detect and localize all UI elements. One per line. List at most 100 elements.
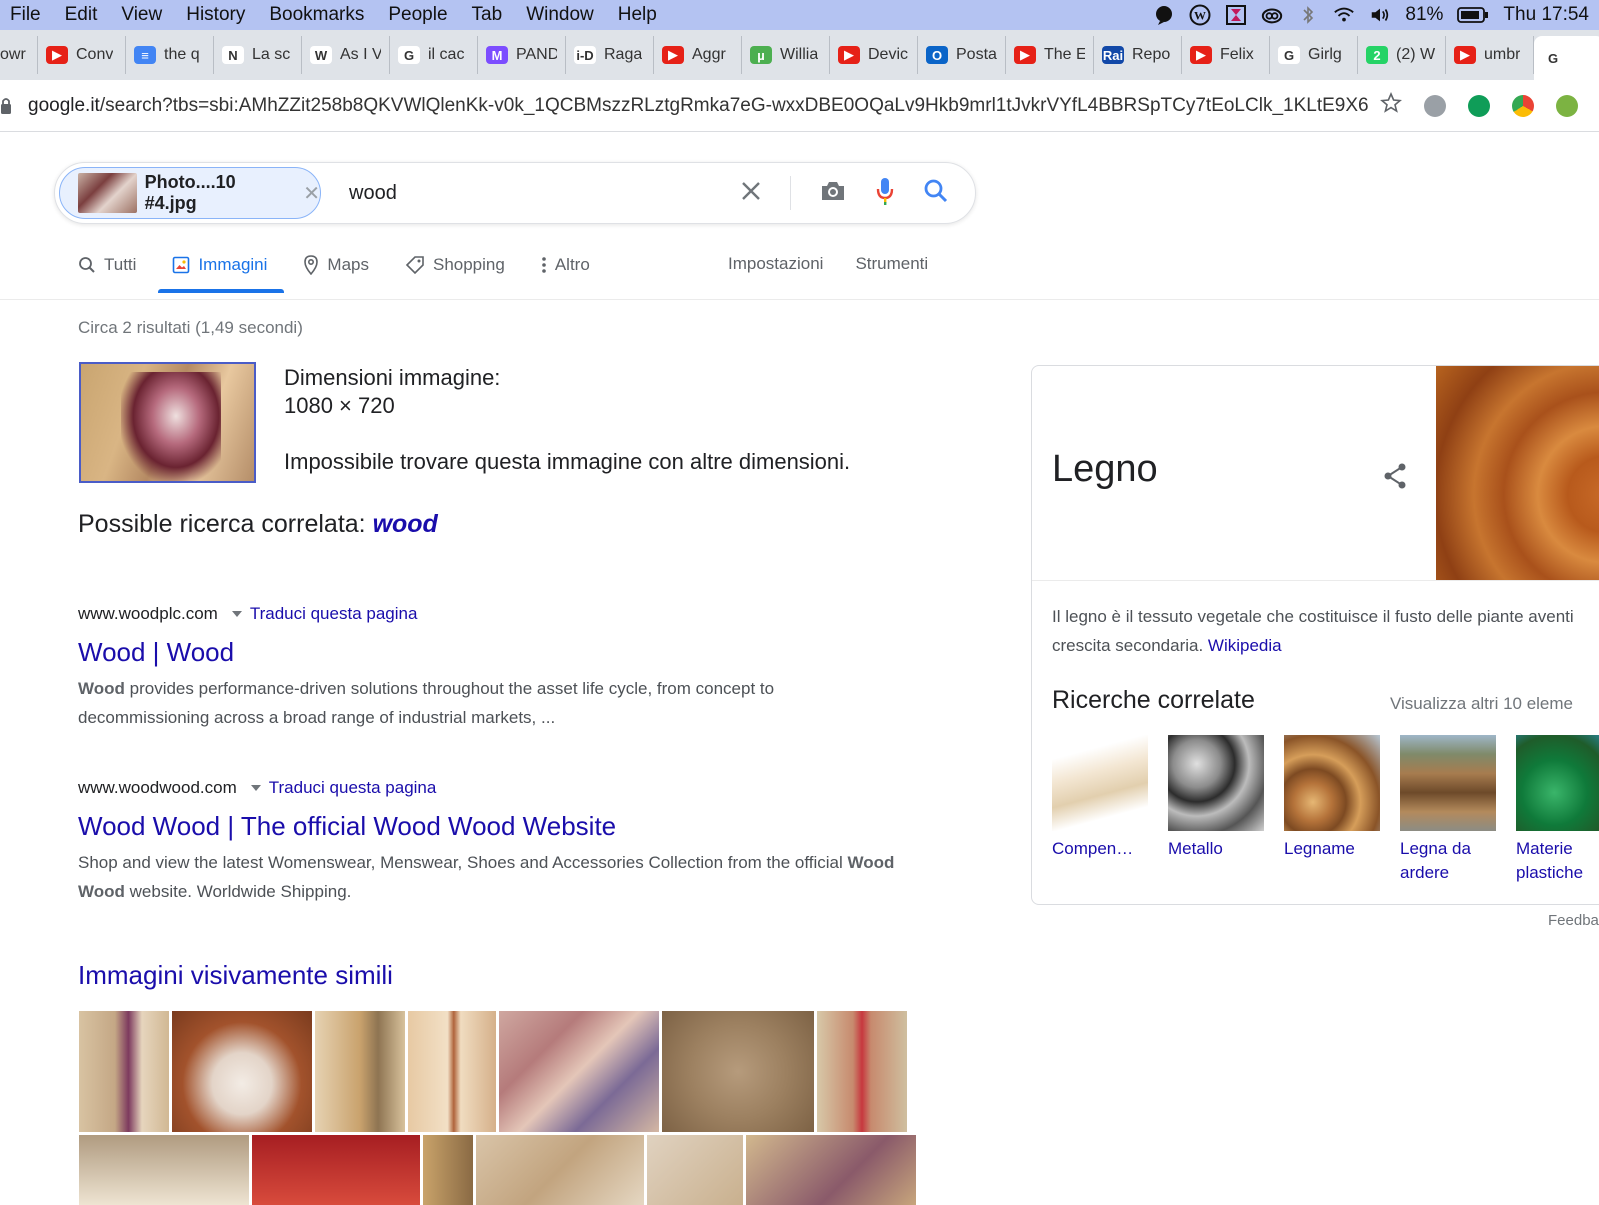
tab-images[interactable]: Immagini <box>172 250 267 280</box>
related-item[interactable]: Compen… <box>1052 735 1148 885</box>
browser-tab[interactable]: µ Willia <box>742 36 830 74</box>
similar-image[interactable] <box>172 1011 312 1132</box>
menu-file[interactable]: File <box>0 4 53 26</box>
result-title[interactable]: Wood | Wood <box>78 636 898 668</box>
menu-people[interactable]: People <box>376 4 459 26</box>
result-url[interactable]: www.woodwood.com <box>78 778 237 798</box>
menu-help[interactable]: Help <box>606 4 669 26</box>
favicon-icon: 2 <box>1366 46 1388 64</box>
related-item-label: Compen… <box>1052 839 1134 858</box>
feedback-link[interactable]: Feedba <box>1548 912 1599 929</box>
menu-tab[interactable]: Tab <box>460 4 515 26</box>
related-item[interactable]: Materie plastiche <box>1516 735 1599 885</box>
dropdown-arrow-icon[interactable] <box>231 611 242 617</box>
extension-grey-icon[interactable] <box>1424 94 1446 117</box>
microphone-icon[interactable] <box>875 177 895 210</box>
volume-icon[interactable] <box>1369 4 1391 26</box>
wordpress-icon[interactable]: W <box>1189 4 1211 26</box>
browser-tab[interactable]: ▶ Felix <box>1182 36 1270 74</box>
view-more-link[interactable]: Visualizza altri 10 eleme <box>1390 694 1573 714</box>
similar-image[interactable] <box>79 1135 249 1205</box>
knowledge-panel-image[interactable] <box>1436 366 1599 580</box>
browser-tab[interactable]: ▶ Conv <box>38 36 126 74</box>
browser-tab[interactable]: O Posta <box>918 36 1006 74</box>
related-item[interactable]: Legna da ardere <box>1400 735 1496 885</box>
search-input[interactable]: wood <box>349 182 739 205</box>
related-item[interactable]: Legname <box>1284 735 1380 885</box>
bookmark-star-icon[interactable] <box>1380 91 1402 119</box>
browser-tab[interactable]: ▶ Aggr <box>654 36 742 74</box>
tab-shopping[interactable]: Shopping <box>405 250 505 280</box>
nav-divider <box>0 299 1599 300</box>
related-item-image <box>1400 735 1496 831</box>
result-url[interactable]: www.woodplc.com <box>78 604 218 624</box>
menu-history[interactable]: History <box>174 4 257 26</box>
search-image-chip[interactable]: Photo....10 #4.jpg ✕ <box>59 167 321 219</box>
knowledge-panel-divider <box>1032 580 1599 581</box>
dropdown-arrow-icon[interactable] <box>250 785 261 791</box>
wifi-icon[interactable] <box>1333 4 1355 26</box>
search-icon[interactable] <box>923 178 949 209</box>
similar-image[interactable] <box>647 1135 743 1205</box>
wikipedia-link[interactable]: Wikipedia <box>1208 636 1282 655</box>
url-path: /search?tbs=sbi:AMhZZit258b8QKVWlQlenKk-… <box>99 94 1368 116</box>
browser-tab[interactable]: i-D Raga <box>566 36 654 74</box>
browser-tab[interactable]: Rai Repo <box>1094 36 1182 74</box>
browser-tab[interactable]: W As I V <box>302 36 390 74</box>
menu-bookmarks[interactable]: Bookmarks <box>257 4 376 26</box>
similar-image[interactable] <box>408 1011 496 1132</box>
share-icon[interactable] <box>1382 462 1408 495</box>
similar-image[interactable] <box>79 1011 169 1132</box>
lock-icon[interactable] <box>0 97 16 115</box>
camera-icon[interactable] <box>819 179 847 208</box>
menu-edit[interactable]: Edit <box>53 4 110 26</box>
browser-tab[interactable]: ▶ Devic <box>830 36 918 74</box>
browser-tab[interactable]: G <box>1534 36 1599 80</box>
settings-link[interactable]: Impostazioni <box>728 254 823 274</box>
browser-tab[interactable]: G Girlg <box>1270 36 1358 74</box>
browser-tab[interactable]: owr <box>0 36 38 74</box>
browser-tab[interactable]: M PAND <box>478 36 566 74</box>
chip-remove-icon[interactable]: ✕ <box>303 181 320 206</box>
similar-image[interactable] <box>817 1011 907 1132</box>
tab-all[interactable]: Tutti <box>78 250 136 280</box>
translate-link[interactable]: Traduci questa pagina <box>250 604 418 624</box>
favicon-icon: W <box>310 46 332 64</box>
hourglass-app-icon[interactable] <box>1225 4 1247 26</box>
extension-green-icon[interactable] <box>1468 94 1490 117</box>
browser-tab[interactable]: ▶ umbr <box>1446 36 1534 74</box>
creative-cloud-icon[interactable] <box>1261 4 1283 26</box>
similar-image[interactable] <box>252 1135 420 1205</box>
browser-tab[interactable]: Gil cac <box>390 36 478 74</box>
similar-image[interactable] <box>423 1135 473 1205</box>
extension-leaf-icon[interactable] <box>1556 94 1578 117</box>
battery-icon[interactable] <box>1457 4 1489 26</box>
url-field[interactable]: google.it/search?tbs=sbi:AMhZZit258b8QKV… <box>28 95 1368 117</box>
related-item[interactable]: Metallo <box>1168 735 1264 885</box>
browser-tab[interactable]: N La sc <box>214 36 302 74</box>
tools-link[interactable]: Strumenti <box>855 254 928 274</box>
similar-images-title[interactable]: Immagini visivamente simili <box>78 960 393 991</box>
browser-tab[interactable]: 2 (2) W <box>1358 36 1446 74</box>
similar-image[interactable] <box>662 1011 814 1132</box>
favicon-icon: ▶ <box>662 46 684 64</box>
similar-image[interactable] <box>315 1011 405 1132</box>
bluetooth-icon[interactable] <box>1297 4 1319 26</box>
browser-tab[interactable]: ≡ the q <box>126 36 214 74</box>
result-cite: www.woodwood.com Traduci questa pagina <box>78 778 898 798</box>
clear-icon[interactable] <box>740 180 762 207</box>
tab-more[interactable]: Altro <box>541 250 590 280</box>
menu-window[interactable]: Window <box>514 4 606 26</box>
similar-image[interactable] <box>476 1135 644 1205</box>
chat-bubble-icon[interactable] <box>1153 4 1175 26</box>
similar-image[interactable] <box>499 1011 659 1132</box>
browser-tab[interactable]: ▶ The E <box>1006 36 1094 74</box>
result-title[interactable]: Wood Wood | The official Wood Wood Websi… <box>78 810 898 842</box>
menu-view[interactable]: View <box>109 4 174 26</box>
similar-image[interactable] <box>746 1135 916 1205</box>
tab-maps[interactable]: Maps <box>303 250 369 280</box>
query-image[interactable] <box>79 362 256 483</box>
translate-link[interactable]: Traduci questa pagina <box>269 778 437 798</box>
extension-chrome-icon[interactable] <box>1512 94 1534 117</box>
related-search-link[interactable]: wood <box>373 510 438 538</box>
